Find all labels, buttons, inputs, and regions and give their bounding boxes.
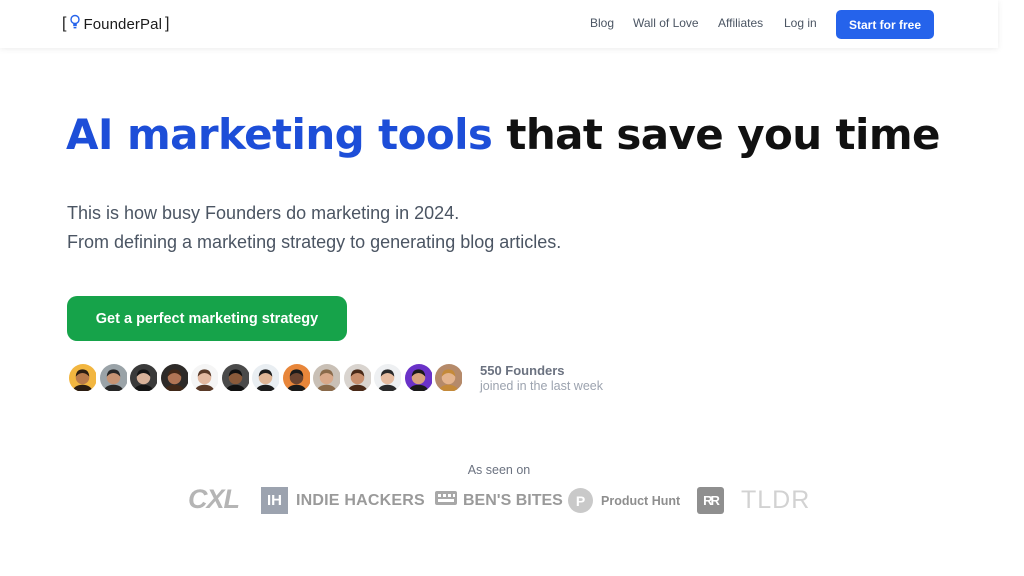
founder-avatar	[342, 363, 373, 393]
rr-mark: RR	[697, 487, 724, 514]
founders-count: 550 Founders	[480, 363, 565, 378]
founder-avatar	[129, 363, 159, 393]
product-hunt-mark: P	[568, 488, 593, 513]
founder-avatar	[190, 363, 220, 393]
founder-avatar	[373, 363, 403, 393]
bens-bites-logo: BEN'S BITES	[434, 488, 563, 513]
founder-avatar	[312, 363, 342, 393]
rr-logo: RR	[697, 487, 724, 514]
product-hunt-logo: P Product Hunt	[568, 488, 680, 513]
nav-affiliates-link[interactable]: Affiliates	[718, 16, 763, 30]
founder-avatar	[98, 363, 129, 393]
hero-headline-rest: that save you time	[506, 110, 940, 159]
start-for-free-button[interactable]: Start for free	[836, 10, 934, 39]
founders-subtext: joined in the last week	[480, 379, 603, 393]
nav-blog-link[interactable]: Blog	[590, 16, 614, 30]
hero-subline-1: This is how busy Founders do marketing i…	[67, 203, 460, 223]
bens-bites-wordmark: BEN'S BITES	[463, 491, 563, 509]
indie-hackers-mark: IH	[261, 487, 288, 514]
hero-subline-2: From defining a marketing strategy to ge…	[67, 232, 562, 252]
tldr-logo: TLDR	[741, 486, 811, 514]
brand-close-bracket: ]	[165, 15, 170, 32]
bens-bites-icon	[434, 488, 458, 513]
indie-hackers-logo: IH INDIE HACKERS	[261, 487, 425, 514]
founder-avatar	[281, 363, 312, 393]
founder-avatar	[403, 363, 434, 393]
brand-open-bracket: [	[62, 15, 67, 32]
cxl-logo: CXL	[188, 484, 240, 514]
indie-hackers-wordmark: INDIE HACKERS	[296, 491, 425, 509]
hero-headline: AI marketing tools that save you time	[66, 110, 940, 159]
top-nav-bar: [ FounderPal ] Blog Wall of Love Affilia…	[0, 0, 998, 48]
founder-avatar	[68, 363, 98, 393]
lightbulb-icon	[70, 14, 81, 34]
brand-name: FounderPal	[83, 15, 163, 33]
as-seen-on-label: As seen on	[467, 463, 531, 477]
product-hunt-wordmark: Product Hunt	[601, 493, 681, 508]
founder-avatar	[434, 363, 464, 393]
hero-headline-accent: AI marketing tools	[66, 110, 493, 159]
founder-avatar	[251, 363, 281, 393]
founder-avatar	[220, 363, 251, 393]
get-strategy-button[interactable]: Get a perfect marketing strategy	[67, 296, 347, 341]
brand-logo[interactable]: [ FounderPal ]	[62, 14, 169, 34]
nav-wall-of-love-link[interactable]: Wall of Love	[633, 16, 699, 30]
founder-avatar	[159, 363, 190, 393]
nav-login-link[interactable]: Log in	[784, 16, 817, 30]
